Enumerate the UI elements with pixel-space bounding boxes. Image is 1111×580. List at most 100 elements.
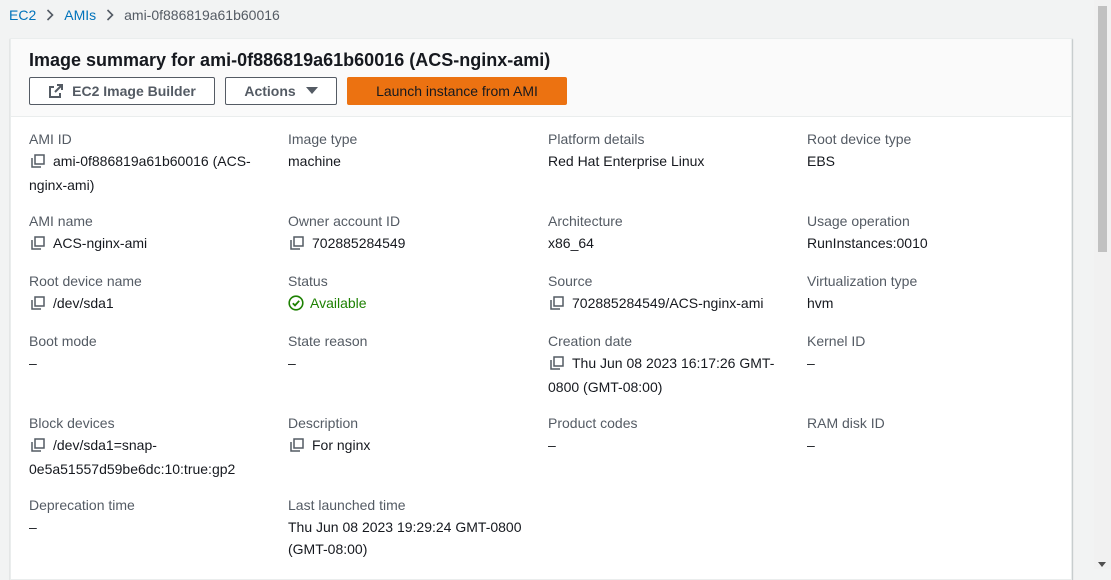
last-launched-time-value-cont: (GMT-08:00) xyxy=(288,541,368,557)
architecture-value: x86_64 xyxy=(548,235,594,251)
image-type-value: machine xyxy=(288,153,341,169)
field-status: Status Available xyxy=(288,270,528,317)
field-block-devices: Block devices /dev/sda1=snap- 0e5a51557d… xyxy=(29,412,269,480)
field-label: Source xyxy=(548,273,593,289)
field-label: State reason xyxy=(288,333,368,349)
ec2-image-builder-label: EC2 Image Builder xyxy=(72,83,196,99)
scroll-down-arrow-icon[interactable] xyxy=(1098,562,1106,567)
product-codes-value: – xyxy=(548,437,556,453)
copy-icon[interactable] xyxy=(31,234,47,256)
ami-id-value-cont: nginx-ami) xyxy=(29,177,95,193)
copy-icon[interactable] xyxy=(550,354,566,376)
creation-date-value-cont: 0800 (GMT-08:00) xyxy=(548,379,663,395)
launch-instance-label: Launch instance from AMI xyxy=(376,83,538,99)
state-reason-value: – xyxy=(288,355,296,371)
root-device-name-value: /dev/sda1 xyxy=(53,295,114,311)
virtualization-type-value: hvm xyxy=(807,295,834,311)
deprecation-time-value: – xyxy=(29,519,37,535)
block-devices-value: /dev/sda1=snap- xyxy=(53,437,157,453)
panel-header: Image summary for ami-0f886819a61b60016 … xyxy=(11,39,1071,117)
field-label: Owner account ID xyxy=(288,213,401,229)
field-virtualization-type: Virtualization type hvm xyxy=(807,270,1047,314)
field-architecture: Architecture x86_64 xyxy=(548,210,788,254)
copy-icon[interactable] xyxy=(31,152,47,174)
field-boot-mode: Boot mode – xyxy=(29,330,269,374)
creation-date-value: Thu Jun 08 2023 16:17:26 GMT- xyxy=(572,355,775,371)
actions-dropdown-button[interactable]: Actions xyxy=(225,77,337,105)
ami-id-value: ami-0f886819a61b60016 (ACS- xyxy=(53,153,251,169)
field-owner-account-id: Owner account ID 702885284549 xyxy=(288,210,528,256)
field-label: Deprecation time xyxy=(29,497,135,513)
kernel-id-value: – xyxy=(807,355,815,371)
field-value: 702885284549 xyxy=(288,232,528,256)
field-product-codes: Product codes – xyxy=(548,412,788,456)
field-label: RAM disk ID xyxy=(807,415,885,431)
field-label: AMI name xyxy=(29,213,93,229)
field-platform-details: Platform details Red Hat Enterprise Linu… xyxy=(548,128,788,172)
launch-instance-from-ami-button[interactable]: Launch instance from AMI xyxy=(347,77,567,105)
breadcrumb-ec2-link[interactable]: EC2 xyxy=(9,7,36,23)
field-label: Boot mode xyxy=(29,333,97,349)
field-state-reason: State reason – xyxy=(288,330,528,374)
field-creation-date: Creation date Thu Jun 08 2023 16:17:26 G… xyxy=(548,330,788,398)
field-description: Description For nginx xyxy=(288,412,528,458)
field-value: /dev/sda1=snap- 0e5a51557d59be6dc:10:tru… xyxy=(29,434,269,480)
field-value: /dev/sda1 xyxy=(29,292,269,316)
ram-disk-id-value: – xyxy=(807,437,815,453)
field-value: Thu Jun 08 2023 19:29:24 GMT-0800 (GMT-0… xyxy=(288,516,528,560)
copy-icon[interactable] xyxy=(290,436,306,458)
ec2-image-builder-button[interactable]: EC2 Image Builder xyxy=(29,77,215,105)
field-label: Platform details xyxy=(548,131,645,147)
field-label: Kernel ID xyxy=(807,333,866,349)
field-value: Thu Jun 08 2023 16:17:26 GMT- 0800 (GMT-… xyxy=(548,352,788,398)
boot-mode-value: – xyxy=(29,355,37,371)
field-image-type: Image type machine xyxy=(288,128,528,172)
field-label: Description xyxy=(288,415,359,431)
field-source: Source 702885284549/ACS-nginx-ami xyxy=(548,270,788,316)
field-ami-name: AMI name ACS-nginx-ami xyxy=(29,210,269,256)
status-ok-icon xyxy=(288,295,304,317)
field-ami-id: AMI ID ami-0f886819a61b60016 (ACS- nginx… xyxy=(29,128,269,196)
status-badge: Available xyxy=(288,292,528,317)
actions-label: Actions xyxy=(244,83,296,99)
field-value: 702885284549/ACS-nginx-ami xyxy=(548,292,788,316)
action-buttons: EC2 Image Builder Actions Launch instanc… xyxy=(29,77,567,105)
external-link-icon xyxy=(48,83,64,99)
chevron-right-icon xyxy=(106,9,114,21)
field-value: ami-0f886819a61b60016 (ACS- nginx-ami) xyxy=(29,150,269,196)
description-value: For nginx xyxy=(312,437,371,453)
field-label: Status xyxy=(288,273,328,289)
breadcrumb: EC2 AMIs ami-0f886819a61b60016 xyxy=(9,4,280,26)
field-label: Last launched time xyxy=(288,497,406,513)
field-usage-operation: Usage operation RunInstances:0010 xyxy=(807,210,1047,254)
copy-icon[interactable] xyxy=(31,436,47,458)
scrollbar-thumb[interactable] xyxy=(1098,6,1107,252)
caret-down-icon xyxy=(305,87,318,95)
ami-name-value: ACS-nginx-ami xyxy=(53,235,148,251)
field-label: Virtualization type xyxy=(807,273,918,289)
root-device-type-value: EBS xyxy=(807,153,836,169)
breadcrumb-amis-link[interactable]: AMIs xyxy=(64,7,96,23)
field-root-device-name: Root device name /dev/sda1 xyxy=(29,270,269,316)
field-label: Usage operation xyxy=(807,213,910,229)
field-label: Creation date xyxy=(548,333,633,349)
field-root-device-type: Root device type EBS xyxy=(807,128,1047,172)
copy-icon[interactable] xyxy=(290,234,306,256)
field-label: Product codes xyxy=(548,415,638,431)
field-label: Image type xyxy=(288,131,358,147)
platform-details-value: Red Hat Enterprise Linux xyxy=(548,153,705,169)
chevron-right-icon xyxy=(46,9,54,21)
field-label: Block devices xyxy=(29,415,115,431)
copy-icon[interactable] xyxy=(550,294,566,316)
last-launched-time-value: Thu Jun 08 2023 19:29:24 GMT-0800 xyxy=(288,519,522,535)
owner-account-id-value: 702885284549 xyxy=(312,235,406,251)
field-last-launched-time: Last launched time Thu Jun 08 2023 19:29… xyxy=(288,494,528,560)
field-label: Architecture xyxy=(548,213,623,229)
field-label: Root device name xyxy=(29,273,142,289)
field-ram-disk-id: RAM disk ID – xyxy=(807,412,1047,456)
copy-icon[interactable] xyxy=(31,294,47,316)
field-value: ACS-nginx-ami xyxy=(29,232,269,256)
block-devices-value-cont: 0e5a51557d59be6dc:10:true:gp2 xyxy=(29,461,236,477)
page-scrollbar[interactable] xyxy=(1094,0,1111,569)
field-deprecation-time: Deprecation time – xyxy=(29,494,269,538)
